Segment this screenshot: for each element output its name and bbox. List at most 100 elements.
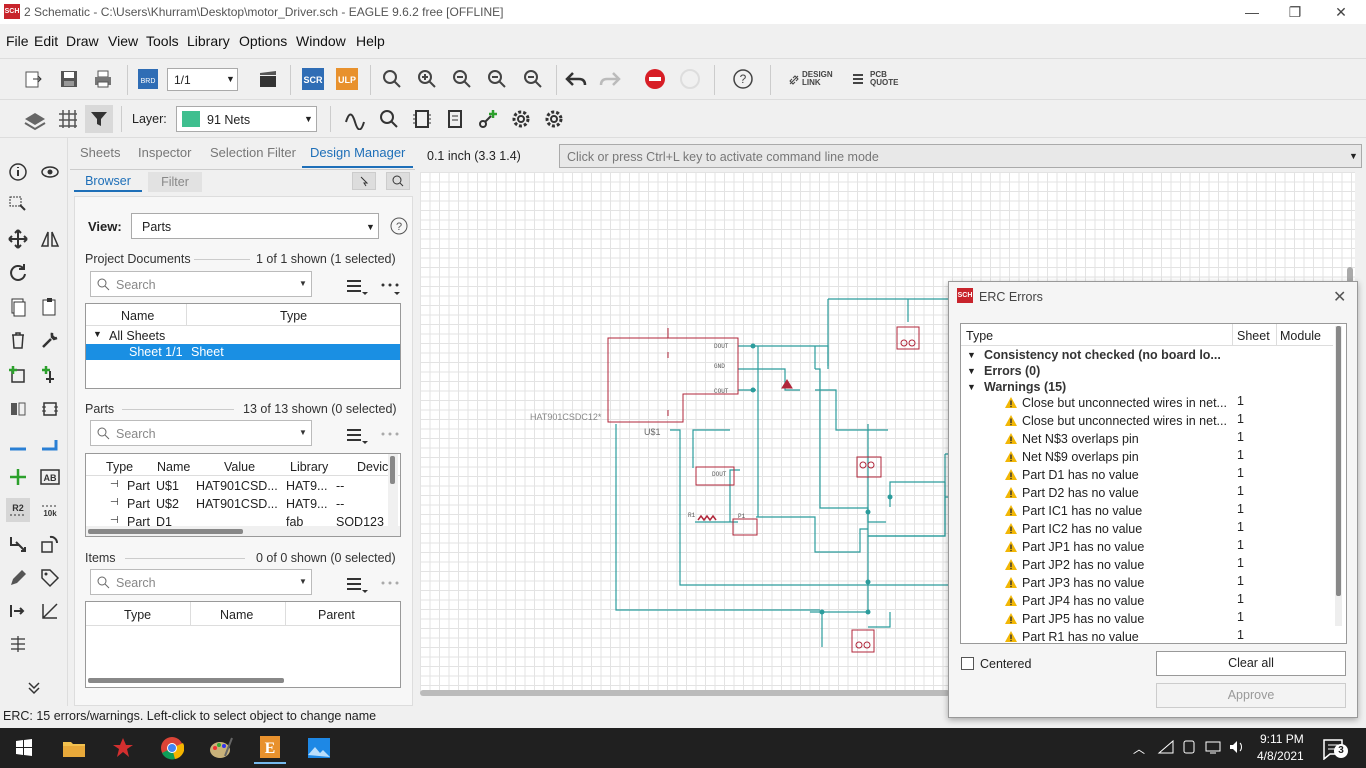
erc-warning-row[interactable]: Part R1 has no value 1 — [961, 628, 1333, 643]
select-icon[interactable] — [6, 191, 30, 215]
close-button[interactable]: ✕ — [1326, 2, 1356, 22]
horizontal-scrollbar[interactable] — [86, 526, 400, 536]
wave-icon[interactable] — [342, 106, 368, 132]
app-red-icon[interactable] — [107, 732, 139, 764]
delete-icon[interactable] — [6, 328, 30, 352]
brd-switch-icon[interactable]: BRD — [135, 66, 161, 92]
bus-icon[interactable] — [38, 432, 62, 456]
clapper-icon[interactable] — [255, 66, 281, 92]
paint-icon[interactable] — [205, 732, 237, 764]
tree-row-all-sheets[interactable]: ▼ All Sheets — [86, 327, 400, 344]
clock-date[interactable]: 4/8/2021 — [1257, 749, 1304, 763]
show-icon[interactable] — [376, 106, 402, 132]
script-icon[interactable]: SCR — [300, 66, 326, 92]
wire-icon[interactable] — [6, 432, 30, 456]
zoom-select-icon[interactable] — [520, 66, 546, 92]
menu-library[interactable]: Library — [187, 33, 230, 49]
eye-icon[interactable] — [38, 160, 62, 184]
menu-draw[interactable]: Draw — [66, 33, 99, 49]
vertical-scrollbar[interactable] — [388, 454, 398, 526]
erc-warning-row[interactable]: Part D2 has no value 1 — [961, 484, 1333, 502]
column-type[interactable]: Type — [124, 608, 151, 622]
column-value[interactable]: Value — [224, 460, 255, 474]
tag-icon[interactable] — [38, 566, 62, 590]
column-type[interactable]: Type — [966, 329, 993, 343]
design-link-button[interactable]: DESIGN LINK — [788, 71, 838, 91]
more-icon[interactable] — [380, 427, 400, 448]
layer-select[interactable]: 91 Nets ▼ — [176, 106, 317, 132]
stop-icon[interactable] — [642, 66, 668, 92]
erc-warning-row[interactable]: Part JP4 has no value 1 — [961, 592, 1333, 610]
parts-search-input[interactable]: Search ▼ — [90, 420, 312, 446]
horizontal-scrollbar[interactable] — [88, 678, 284, 683]
column-type[interactable]: Type — [280, 309, 307, 323]
net-icon[interactable] — [6, 465, 30, 489]
column-device[interactable]: Devic — [357, 460, 388, 474]
erc-warning-row[interactable]: Part JP2 has no value 1 — [961, 556, 1333, 574]
redo-icon[interactable] — [597, 66, 623, 92]
menu-file[interactable]: File — [6, 33, 29, 49]
subtab-filter[interactable]: Filter — [148, 172, 202, 192]
items-search-input[interactable]: Search ▼ — [90, 569, 312, 595]
sheet-select[interactable]: 1/1 ▼ — [167, 68, 238, 91]
replace-icon[interactable] — [38, 532, 62, 556]
rotate-icon[interactable] — [6, 260, 30, 284]
list-options-icon[interactable] — [346, 427, 368, 448]
pcb-quote-button[interactable]: PCB QUOTE — [852, 71, 902, 91]
move-icon[interactable] — [6, 227, 30, 251]
windows-start-icon[interactable] — [8, 732, 40, 764]
more-icon[interactable] — [380, 278, 400, 299]
mirror-icon[interactable] — [38, 227, 62, 251]
view-select[interactable]: Parts ▼ — [131, 213, 379, 239]
zoom-fit-icon[interactable] — [379, 66, 405, 92]
erc-warning-row[interactable]: Part IC2 has no value 1 — [961, 520, 1333, 538]
value-icon[interactable]: R2 — [6, 498, 30, 522]
erc-warning-row[interactable]: Part D1 has no value 1 — [961, 466, 1333, 484]
erc-warning-row[interactable]: Part IC1 has no value 1 — [961, 502, 1333, 520]
chevron-up-icon[interactable]: ︿ — [1133, 740, 1145, 757]
undo-icon[interactable] — [563, 66, 589, 92]
file-explorer-icon[interactable] — [58, 732, 90, 764]
zoom-in-icon[interactable] — [414, 66, 440, 92]
chrome-icon[interactable] — [156, 732, 188, 764]
zoom-redraw-icon[interactable] — [484, 66, 510, 92]
wifi-icon[interactable] — [1157, 739, 1175, 758]
zoom-icon[interactable] — [386, 172, 410, 190]
photos-icon[interactable] — [303, 732, 335, 764]
menu-window[interactable]: Window — [296, 33, 346, 49]
erc-warning-row[interactable]: Part JP3 has no value 1 — [961, 574, 1333, 592]
print-icon[interactable] — [90, 66, 116, 92]
gear-icon[interactable] — [508, 106, 534, 132]
erc-warning-row[interactable]: Close but unconnected wires in net... 1 — [961, 412, 1333, 430]
label-icon[interactable]: AB — [38, 465, 62, 489]
smash-icon[interactable] — [6, 532, 30, 556]
pencil-icon[interactable] — [6, 566, 30, 590]
split-icon[interactable] — [6, 397, 30, 421]
copy-icon[interactable] — [6, 295, 30, 319]
table-row[interactable]: ⊣ Part U$2 HAT901CSD... HAT9... -- — [86, 496, 386, 513]
erc-warning-row[interactable]: Part JP1 has no value 1 — [961, 538, 1333, 556]
paste-icon[interactable] — [38, 295, 62, 319]
add-part-icon[interactable] — [6, 363, 30, 387]
expand-more-icon[interactable] — [22, 676, 46, 700]
command-line-input[interactable]: Click or press Ctrl+L key to activate co… — [559, 144, 1362, 168]
ulp-icon[interactable]: ULP — [334, 66, 360, 92]
value-10k-icon[interactable]: 10k — [38, 498, 62, 522]
approve-button[interactable]: Approve — [1156, 683, 1346, 708]
help-icon[interactable]: ? — [730, 66, 756, 92]
more-icon[interactable] — [380, 576, 400, 597]
tab-sheets[interactable]: Sheets — [72, 138, 128, 168]
clear-all-button[interactable]: Clear all — [1156, 651, 1346, 676]
attribute-icon[interactable] — [6, 632, 30, 656]
network-icon[interactable] — [1204, 739, 1222, 758]
chip-stack-icon[interactable] — [442, 106, 468, 132]
go-icon[interactable] — [677, 66, 703, 92]
info-icon[interactable] — [6, 160, 30, 184]
tab-design-manager[interactable]: Design Manager — [302, 138, 414, 168]
column-type[interactable]: Type — [106, 460, 133, 474]
add-net-icon[interactable] — [475, 106, 501, 132]
erc-vscroll[interactable] — [1335, 326, 1342, 626]
menu-tools[interactable]: Tools — [146, 33, 179, 49]
table-row[interactable]: ⊣ Part U$1 HAT901CSD... HAT9... -- — [86, 478, 386, 495]
filter-icon[interactable] — [85, 105, 113, 133]
